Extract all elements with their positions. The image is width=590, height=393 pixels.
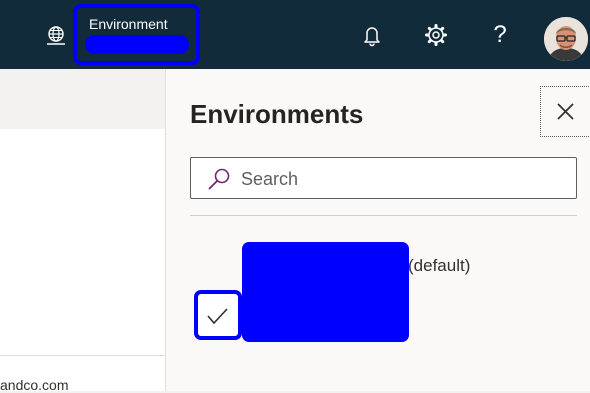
environments-panel: Environments (default) bbox=[165, 69, 590, 391]
user-avatar[interactable] bbox=[544, 17, 588, 61]
environment-name-redacted bbox=[85, 35, 189, 54]
environment-label: Environment bbox=[89, 16, 168, 32]
main-content-header bbox=[0, 69, 165, 129]
search-box[interactable] bbox=[190, 157, 577, 199]
default-tag: (default) bbox=[408, 256, 471, 275]
environment-list-item[interactable]: (default) bbox=[192, 239, 572, 347]
environment-switcher[interactable]: Environment bbox=[73, 4, 200, 65]
close-button[interactable] bbox=[540, 86, 590, 137]
gear-icon[interactable] bbox=[423, 22, 449, 48]
content-divider bbox=[0, 355, 165, 356]
panel-divider bbox=[190, 215, 577, 216]
selected-checkbox[interactable] bbox=[194, 290, 242, 340]
close-icon bbox=[557, 103, 574, 120]
search-input[interactable] bbox=[239, 164, 563, 194]
environment-name-redacted bbox=[242, 242, 409, 342]
help-icon[interactable]: ? bbox=[487, 22, 513, 48]
panel-title: Environments bbox=[190, 99, 364, 129]
top-navigation-bar: Environment ? bbox=[0, 0, 590, 69]
checkmark-icon bbox=[207, 308, 228, 325]
bell-icon[interactable] bbox=[359, 22, 385, 48]
search-icon bbox=[208, 168, 230, 190]
globe-icon[interactable] bbox=[44, 24, 68, 48]
avatar-photo bbox=[544, 17, 588, 61]
